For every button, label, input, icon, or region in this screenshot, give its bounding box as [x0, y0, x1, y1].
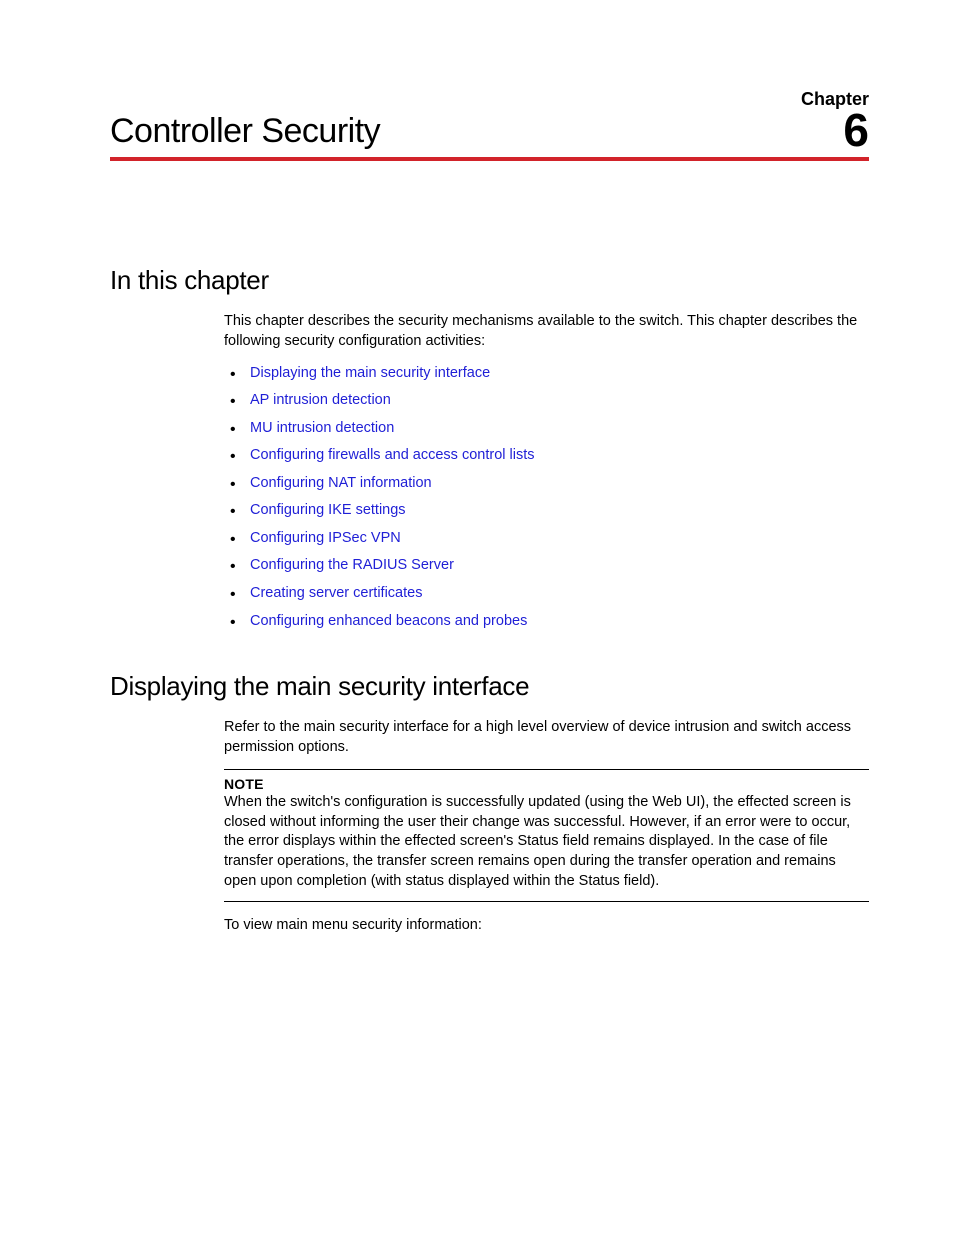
link-beacons-probes[interactable]: Configuring enhanced beacons and probes	[250, 613, 527, 629]
list-item: Configuring IPSec VPN	[224, 529, 869, 549]
chapter-title: Controller Security	[110, 112, 380, 151]
list-item: MU intrusion detection	[224, 419, 869, 439]
chapter-header: Controller Security Chapter 6	[110, 90, 869, 161]
note-box: NOTE When the switch's configuration is …	[224, 769, 869, 902]
link-ipsec-vpn[interactable]: Configuring IPSec VPN	[250, 530, 401, 546]
document-page: Controller Security Chapter 6 In this ch…	[0, 0, 954, 988]
note-label: NOTE	[224, 776, 869, 792]
chapter-label-block: Chapter 6	[801, 90, 869, 151]
list-item: Configuring NAT information	[224, 474, 869, 494]
note-text: When the switch's configuration is succe…	[224, 793, 869, 891]
link-mu-intrusion[interactable]: MU intrusion detection	[250, 420, 394, 436]
link-ap-intrusion[interactable]: AP intrusion detection	[250, 392, 391, 408]
link-server-certs[interactable]: Creating server certificates	[250, 585, 422, 601]
link-displaying-main-security[interactable]: Displaying the main security interface	[250, 365, 490, 381]
section2-intro: Refer to the main security interface for…	[224, 718, 869, 757]
list-item: Configuring the RADIUS Server	[224, 556, 869, 576]
link-nat[interactable]: Configuring NAT information	[250, 475, 432, 491]
list-item: Displaying the main security interface	[224, 364, 869, 384]
section-heading-displaying-main-security: Displaying the main security interface	[110, 671, 869, 702]
section1-intro: This chapter describes the security mech…	[224, 312, 869, 351]
section2-followup: To view main menu security information:	[224, 916, 869, 936]
section-heading-in-this-chapter: In this chapter	[110, 265, 869, 296]
list-item: Configuring enhanced beacons and probes	[224, 612, 869, 632]
link-radius[interactable]: Configuring the RADIUS Server	[250, 557, 454, 573]
list-item: Creating server certificates	[224, 584, 869, 604]
list-item: Configuring IKE settings	[224, 501, 869, 521]
list-item: AP intrusion detection	[224, 391, 869, 411]
chapter-number: 6	[843, 110, 869, 151]
chapter-link-list: Displaying the main security interface A…	[224, 364, 869, 632]
list-item: Configuring firewalls and access control…	[224, 446, 869, 466]
link-ike[interactable]: Configuring IKE settings	[250, 502, 406, 518]
link-firewalls-acl[interactable]: Configuring firewalls and access control…	[250, 447, 535, 463]
